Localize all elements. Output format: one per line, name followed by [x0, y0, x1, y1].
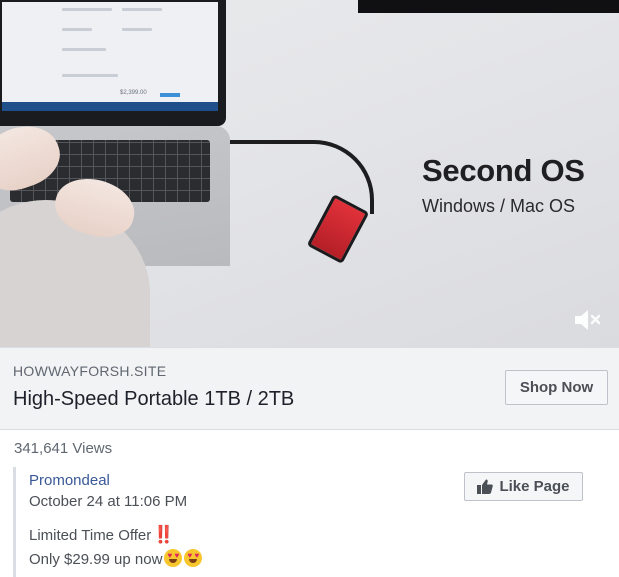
heart-eyes-emoji — [184, 549, 203, 567]
speaker-muted-icon[interactable] — [572, 306, 602, 334]
laptop-screen-content: $2,399.00 — [2, 2, 218, 102]
post-text-line-2: Only $29.99 up now — [29, 549, 203, 568]
laptop-screen: $2,399.00 — [0, 0, 226, 126]
video-top-strip — [358, 0, 619, 13]
laptop-taskbar — [2, 102, 218, 111]
post-text-line-1: Limited Time Offer ‼️ — [29, 525, 174, 545]
shop-now-button[interactable]: Shop Now — [505, 370, 608, 405]
post-text-offer: Limited Time Offer — [29, 527, 152, 544]
thumbs-up-icon — [477, 479, 494, 494]
link-domain: HOWWAYFORSH.SITE — [13, 363, 167, 379]
post-timestamp[interactable]: October 24 at 11:06 PM — [29, 493, 187, 510]
like-page-button[interactable]: Like Page — [464, 472, 583, 501]
video-overlay-title: Second OS — [422, 153, 585, 188]
video-overlay-subtitle: Windows / Mac OS — [422, 196, 576, 216]
laptop-screen-price: $2,399.00 — [120, 90, 147, 96]
link-headline[interactable]: High-Speed Portable 1TB / 2TB — [13, 388, 294, 411]
video-player[interactable]: $2,399.00 Second OS Windows / Mac OS — [0, 0, 619, 347]
post-text-price: Only $29.99 up now — [29, 551, 163, 568]
like-page-label: Like Page — [499, 478, 570, 495]
view-count: 341,641 Views — [14, 440, 113, 457]
heart-eyes-emoji — [164, 549, 183, 567]
page-name-link[interactable]: Promondeal — [29, 472, 110, 489]
link-preview[interactable]: HOWWAYFORSH.SITE High-Speed Portable 1TB… — [0, 347, 619, 430]
double-exclamation-emoji: ‼️ — [153, 525, 175, 544]
